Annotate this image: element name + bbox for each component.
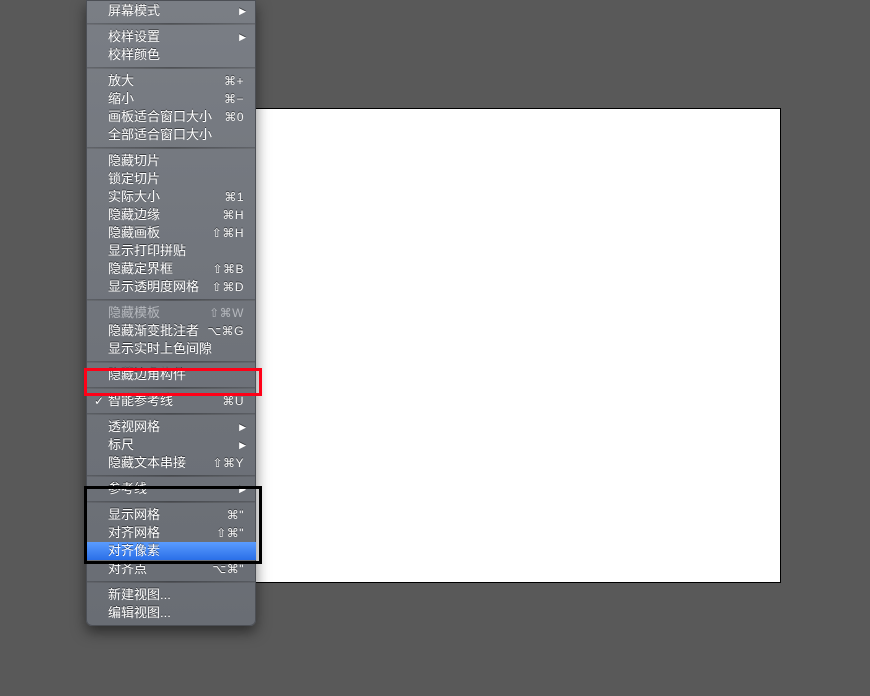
- view-menu: 屏幕模式 校样设置 校样颜色 放大⌘+ 缩小⌘− 画板适合窗口大小⌘0 全部适合…: [86, 0, 256, 626]
- menu-separator: [87, 413, 255, 415]
- menu-separator: [87, 23, 255, 25]
- menu-separator: [87, 67, 255, 69]
- menu-separator: [87, 581, 255, 583]
- menu-actual-size[interactable]: 实际大小⌘1: [86, 188, 256, 206]
- menu-show-live-paint-gaps[interactable]: 显示实时上色间隙: [86, 340, 256, 358]
- artboard-canvas: [240, 108, 781, 583]
- menu-edit-views[interactable]: 编辑视图...: [86, 604, 256, 622]
- menu-screen-mode[interactable]: 屏幕模式: [86, 2, 256, 20]
- menu-hide-text-threads[interactable]: 隐藏文本串接⇧⌘Y: [86, 454, 256, 472]
- menu-new-view[interactable]: 新建视图...: [86, 586, 256, 604]
- menu-snap-to-grid[interactable]: 对齐网格⇧⌘": [86, 524, 256, 542]
- menu-proof-colors[interactable]: 校样颜色: [86, 46, 256, 64]
- menu-lock-slices[interactable]: 锁定切片: [86, 170, 256, 188]
- menu-snap-to-point[interactable]: 对齐点⌥⌘": [86, 560, 256, 578]
- menu-smart-guides[interactable]: ✓智能参考线⌘U: [86, 392, 256, 410]
- checkmark-icon: ✓: [94, 392, 104, 410]
- menu-zoom-in[interactable]: 放大⌘+: [86, 72, 256, 90]
- menu-hide-gradient-annotator[interactable]: 隐藏渐变批注者⌥⌘G: [86, 322, 256, 340]
- menu-fit-artboard[interactable]: 画板适合窗口大小⌘0: [86, 108, 256, 126]
- menu-hide-corner-widget[interactable]: 隐藏边角构件: [86, 366, 256, 384]
- menu-proof-setup[interactable]: 校样设置: [86, 28, 256, 46]
- menu-show-transparency[interactable]: 显示透明度网格⇧⌘D: [86, 278, 256, 296]
- menu-separator: [87, 475, 255, 477]
- menu-separator: [87, 361, 255, 363]
- menu-zoom-out[interactable]: 缩小⌘−: [86, 90, 256, 108]
- menu-rulers[interactable]: 标尺: [86, 436, 256, 454]
- menu-separator: [87, 147, 255, 149]
- menu-perspective-grid[interactable]: 透视网格: [86, 418, 256, 436]
- menu-show-print-tiling[interactable]: 显示打印拼贴: [86, 242, 256, 260]
- menu-show-grid[interactable]: 显示网格⌘": [86, 506, 256, 524]
- menu-snap-to-pixel[interactable]: 对齐像素: [86, 542, 256, 560]
- menu-hide-template: 隐藏模板⇧⌘W: [86, 304, 256, 322]
- menu-hide-edges[interactable]: 隐藏边缘⌘H: [86, 206, 256, 224]
- menu-guides[interactable]: 参考线: [86, 480, 256, 498]
- menu-hide-slices[interactable]: 隐藏切片: [86, 152, 256, 170]
- menu-hide-bbox[interactable]: 隐藏定界框⇧⌘B: [86, 260, 256, 278]
- menu-separator: [87, 387, 255, 389]
- menu-fit-all[interactable]: 全部适合窗口大小: [86, 126, 256, 144]
- menu-separator: [87, 299, 255, 301]
- menu-hide-artboards[interactable]: 隐藏画板⇧⌘H: [86, 224, 256, 242]
- menu-separator: [87, 501, 255, 503]
